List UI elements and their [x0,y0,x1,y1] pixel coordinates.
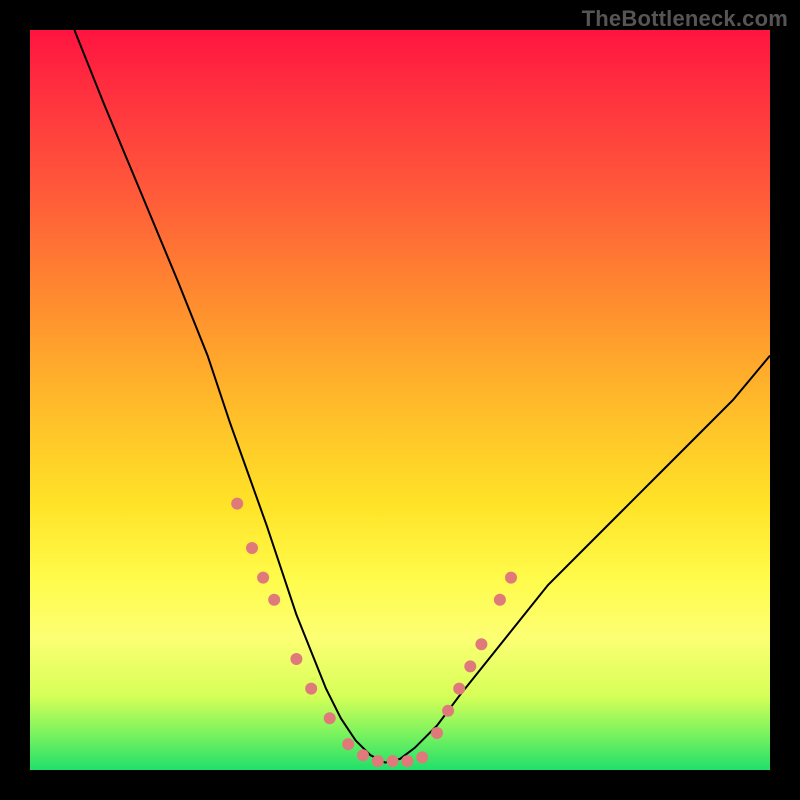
data-point [416,751,428,763]
data-point [431,727,443,739]
chart-frame: TheBottleneck.com [0,0,800,800]
data-point [453,683,465,695]
data-point [342,738,354,750]
data-point [464,660,476,672]
chart-overlay [30,30,770,770]
data-point [290,653,302,665]
data-point [387,755,399,767]
data-point [324,712,336,724]
data-point [401,755,413,767]
data-point [442,705,454,717]
data-point [231,498,243,510]
data-point [257,572,269,584]
data-point [372,755,384,767]
data-point [475,638,487,650]
data-point [357,749,369,761]
data-point [494,594,506,606]
data-point-markers [231,498,517,767]
bottleneck-curve [74,30,770,763]
watermark-text: TheBottleneck.com [582,6,788,32]
data-point [246,542,258,554]
data-point [268,594,280,606]
data-point [305,683,317,695]
data-point [505,572,517,584]
